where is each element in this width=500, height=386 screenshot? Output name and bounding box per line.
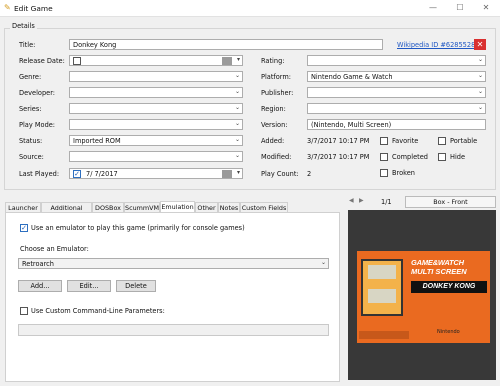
prev-image-icon[interactable]: ◀ <box>349 197 354 204</box>
completed-checkbox[interactable] <box>380 153 388 161</box>
last-played-label: Last Played: <box>19 170 60 178</box>
use-emulator-checkbox[interactable]: ✓ <box>20 224 28 232</box>
add-emulator-button[interactable]: Add... <box>18 280 62 292</box>
source-select[interactable]: ⌄ <box>69 151 243 162</box>
modified-value: 3/7/2017 10:17 PM <box>307 153 370 161</box>
custom-params-checkbox[interactable] <box>20 307 28 315</box>
status-select[interactable]: Imported ROM ⌄ <box>69 135 243 146</box>
chevron-down-icon: ⌄ <box>477 56 483 63</box>
release-date-field[interactable]: ▾ <box>69 55 243 66</box>
last-played-field[interactable]: ✓ 7/ 7/2017 ▾ <box>69 168 243 179</box>
console-screen-bottom <box>368 289 396 303</box>
play-mode-select[interactable]: ⌄ <box>69 119 243 130</box>
chevron-down-icon: ⌄ <box>234 104 240 111</box>
genre-select[interactable]: ⌄ <box>69 71 243 82</box>
modified-label: Modified: <box>261 153 292 161</box>
developer-select[interactable]: ⌄ <box>69 87 243 98</box>
rating-label: Rating: <box>261 57 285 65</box>
box-game-name: DONKEY KONG <box>411 281 487 293</box>
minimize-button[interactable]: — <box>425 2 441 14</box>
box-art-viewer: GAME&WATCH MULTI SCREEN DONKEY KONG Nint… <box>348 210 496 380</box>
maximize-button[interactable]: ☐ <box>452 2 468 14</box>
developer-label: Developer: <box>19 89 56 97</box>
box-spine-strip <box>359 331 409 339</box>
details-group-label: Details <box>10 22 37 30</box>
use-emulator-label: Use an emulator to play this game (prima… <box>31 224 245 232</box>
hide-checkbox[interactable] <box>438 153 446 161</box>
chevron-down-icon: ⌄ <box>477 72 483 79</box>
version-field[interactable]: (Nintendo, Multi Screen) <box>307 119 486 130</box>
window-title: Edit Game <box>14 4 53 13</box>
next-image-icon[interactable]: ▶ <box>359 197 364 204</box>
console-screen-top <box>368 265 396 279</box>
added-label: Added: <box>261 137 285 145</box>
portable-checkbox[interactable] <box>438 137 446 145</box>
chevron-down-icon: ⌄ <box>477 104 483 111</box>
emulation-panel <box>5 212 340 382</box>
media-page-indicator: 1/1 <box>381 198 392 206</box>
wikipedia-link[interactable]: Wikipedia ID #6285528 <box>397 41 475 49</box>
chevron-down-icon: ⌄ <box>320 259 326 266</box>
chevron-down-icon: ⌄ <box>234 72 240 79</box>
platform-select[interactable]: Nintendo Game & Watch ⌄ <box>307 71 486 82</box>
custom-params-label: Use Custom Command-Line Parameters: <box>31 307 165 315</box>
genre-label: Genre: <box>19 73 42 81</box>
delete-emulator-button[interactable]: Delete <box>116 280 156 292</box>
edit-emulator-button[interactable]: Edit... <box>67 280 111 292</box>
hide-label: Hide <box>450 153 466 161</box>
release-date-label: Release Date: <box>19 57 65 65</box>
favorite-label: Favorite <box>392 137 419 145</box>
chevron-down-icon[interactable]: ▾ <box>237 56 240 63</box>
completed-label: Completed <box>392 153 428 161</box>
series-label: Series: <box>19 105 42 113</box>
rating-select[interactable]: ⌄ <box>307 55 486 66</box>
release-date-checkbox[interactable] <box>73 57 81 65</box>
region-label: Region: <box>261 105 286 113</box>
edit-pencil-icon: ✎ <box>4 3 11 12</box>
chevron-down-icon: ⌄ <box>234 152 240 159</box>
series-select[interactable]: ⌄ <box>69 103 243 114</box>
emulator-select[interactable]: Retroarch ⌄ <box>18 258 329 269</box>
play-mode-label: Play Mode: <box>19 121 56 129</box>
box-title-line1: GAME&WATCH <box>411 258 464 267</box>
chevron-down-icon: ⌄ <box>234 136 240 143</box>
clear-wiki-icon[interactable]: ✕ <box>474 39 486 50</box>
source-label: Source: <box>19 153 44 161</box>
broken-label: Broken <box>392 169 415 177</box>
box-art-image: GAME&WATCH MULTI SCREEN DONKEY KONG Nint… <box>357 251 490 343</box>
publisher-select[interactable]: ⌄ <box>307 87 486 98</box>
chevron-down-icon: ⌄ <box>234 88 240 95</box>
choose-emulator-label: Choose an Emulator: <box>20 245 89 253</box>
platform-label: Platform: <box>261 73 292 81</box>
calendar-icon[interactable] <box>222 170 232 178</box>
version-label: Version: <box>261 121 288 129</box>
title-bar: ✎ Edit Game — ☐ ✕ <box>0 0 500 17</box>
title-field[interactable]: Donkey Kong <box>69 39 383 50</box>
chevron-down-icon: ⌄ <box>234 120 240 127</box>
box-brand-logo: Nintendo <box>437 329 460 335</box>
custom-params-input[interactable] <box>18 324 329 336</box>
box-title-line2: MULTI SCREEN <box>411 267 467 276</box>
title-label: Title: <box>19 41 36 49</box>
close-button[interactable]: ✕ <box>478 2 494 14</box>
favorite-checkbox[interactable] <box>380 137 388 145</box>
last-played-checkbox[interactable]: ✓ <box>73 170 81 178</box>
play-count-value: 2 <box>307 170 312 178</box>
region-select[interactable]: ⌄ <box>307 103 486 114</box>
status-label: Status: <box>19 137 43 145</box>
publisher-label: Publisher: <box>261 89 294 97</box>
chevron-down-icon: ⌄ <box>477 88 483 95</box>
chevron-down-icon[interactable]: ▾ <box>237 169 240 176</box>
portable-label: Portable <box>450 137 478 145</box>
calendar-icon[interactable] <box>222 57 232 65</box>
added-value: 3/7/2017 10:17 PM <box>307 137 370 145</box>
broken-checkbox[interactable] <box>380 169 388 177</box>
media-type-select[interactable]: Box - Front <box>405 196 496 208</box>
play-count-label: Play Count: <box>261 170 299 178</box>
